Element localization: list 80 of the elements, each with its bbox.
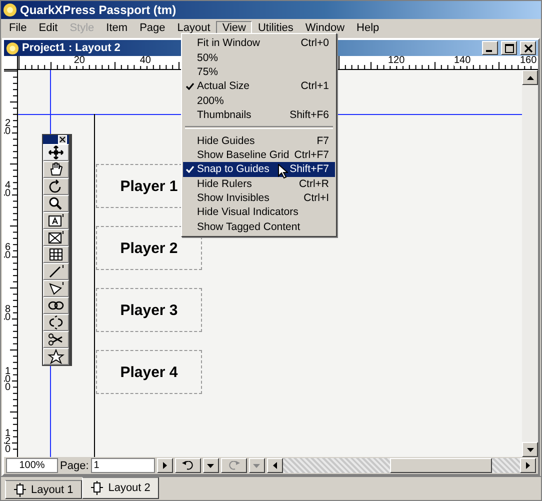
redo-button[interactable]: [220, 458, 247, 473]
ruler-number: 40: [5, 182, 12, 198]
maximize-button[interactable]: [501, 41, 517, 55]
picture-box-icon[interactable]: [43, 229, 69, 246]
ruler-number: 120: [388, 56, 404, 66]
menu-item[interactable]: Thumbnails Shift+F6: [183, 108, 335, 122]
scroll-down-button[interactable]: [522, 442, 538, 457]
ruler-number: 100: [5, 368, 12, 392]
down-arrow-icon: [207, 464, 214, 468]
ruler-number: 20: [70, 56, 86, 66]
table-icon[interactable]: [43, 246, 69, 263]
close-icon: [524, 44, 532, 52]
zoom-icon[interactable]: [43, 195, 69, 212]
layout-tab[interactable]: Layout 2: [82, 477, 160, 499]
text-box[interactable]: Player 4: [96, 350, 202, 394]
menu-item[interactable]: Page: [134, 20, 172, 34]
scroll-left-button[interactable]: [266, 458, 283, 473]
sun-icon: [3, 3, 17, 17]
menu-item[interactable]: File: [3, 20, 33, 34]
chain-icon[interactable]: [43, 297, 69, 314]
minimize-button[interactable]: [482, 41, 498, 55]
menu-item[interactable]: 200%: [183, 94, 335, 108]
page-icon: [91, 481, 104, 495]
up-arrow-icon: [526, 76, 534, 80]
undo-menu-button[interactable]: [202, 458, 219, 473]
horizontal-scrollbar[interactable]: [266, 458, 536, 473]
close-button[interactable]: [520, 41, 536, 55]
menu-item[interactable]: 75%: [183, 64, 335, 80]
menu-item[interactable]: Show Baseline Grid Ctrl+F7: [183, 148, 335, 162]
hand-icon[interactable]: [43, 161, 69, 178]
menu-item[interactable]: Hide Visual Indicators: [183, 205, 335, 220]
menu-item[interactable]: Fit in Window Ctrl+0: [183, 36, 335, 50]
layout-tab[interactable]: Layout 1: [5, 480, 82, 499]
redo-icon: [228, 461, 240, 470]
zoom-field[interactable]: 100%: [6, 458, 58, 473]
menu-item[interactable]: Help: [350, 20, 386, 34]
text-box[interactable]: Player 3: [96, 288, 202, 332]
ruler-number: 120: [5, 430, 12, 454]
scroll-right-button[interactable]: [520, 458, 536, 473]
move-tool-icon[interactable]: [43, 144, 69, 161]
scroll-thumb[interactable]: [390, 458, 492, 473]
ruler-number: 20: [5, 120, 12, 136]
right-arrow-icon: [526, 462, 530, 469]
menu-item[interactable]: 50%: [183, 50, 335, 65]
broken-chain-icon[interactable]: [43, 314, 69, 331]
page-menu-button[interactable]: [156, 458, 173, 473]
maximize-icon: [504, 44, 514, 52]
page-icon: [14, 482, 26, 496]
sun-icon: [6, 42, 19, 54]
ruler-number: 140: [454, 56, 470, 66]
down-arrow-icon: [526, 448, 534, 452]
right-arrow-icon: [162, 462, 167, 469]
page-label: Page:: [60, 460, 89, 472]
pen-icon[interactable]: [43, 280, 69, 297]
rotate-icon[interactable]: [43, 178, 69, 195]
scroll-up-button[interactable]: [522, 70, 538, 85]
close-icon[interactable]: [58, 135, 67, 144]
document-title: Project1 : Layout 2: [22, 42, 120, 54]
menu-item[interactable]: Hide Guides F7: [183, 133, 335, 148]
vertical-scrollbar[interactable]: [522, 70, 538, 457]
page-field[interactable]: 1: [90, 458, 155, 473]
ruler-number: 80: [5, 306, 12, 322]
app-title: QuarkXPress Passport (tm): [20, 3, 176, 17]
text-box-icon[interactable]: [43, 212, 69, 229]
redo-menu-button[interactable]: [248, 458, 265, 473]
ruler-number: 160: [520, 56, 536, 66]
menu-item[interactable]: Layout: [171, 20, 216, 34]
undo-icon: [182, 461, 194, 470]
down-arrow-icon: [253, 464, 260, 468]
pointer-icon: [278, 164, 288, 179]
menu-item[interactable]: Window: [299, 20, 351, 34]
undo-button[interactable]: [174, 458, 201, 473]
menu-item[interactable]: Utilities: [252, 20, 300, 34]
menu-item[interactable]: Actual Size Ctrl+1: [183, 79, 335, 94]
scissors-icon[interactable]: [43, 331, 69, 348]
left-arrow-icon: [272, 462, 277, 469]
menu-item[interactable]: Edit: [32, 20, 64, 34]
menu-item[interactable]: Item: [100, 20, 134, 34]
menu-item[interactable]: Snap to Guides Shift+F7: [183, 162, 335, 177]
ruler-number: 60: [5, 244, 12, 260]
